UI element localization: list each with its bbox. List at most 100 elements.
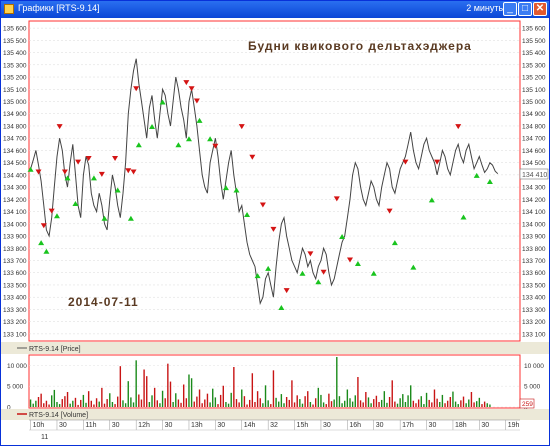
volume-bar xyxy=(394,401,396,407)
volume-bar xyxy=(82,394,85,407)
volume-bar xyxy=(90,400,92,407)
price-tick-left: 135 300 xyxy=(3,62,27,69)
price-legend-bar xyxy=(1,342,549,354)
volume-bar xyxy=(201,403,203,407)
volume-bar xyxy=(259,398,261,407)
volume-bar xyxy=(180,402,182,407)
volume-bar xyxy=(48,404,50,407)
volume-bar xyxy=(45,400,48,407)
time-label: 30 xyxy=(165,422,173,429)
volume-bar xyxy=(175,393,177,407)
volume-bar xyxy=(95,398,98,407)
maximize-button[interactable]: □ xyxy=(518,2,532,16)
volume-bar xyxy=(69,403,71,407)
price-tick-right: 134 800 xyxy=(522,123,546,130)
volume-bar xyxy=(288,399,290,407)
price-tick-left: 135 200 xyxy=(3,75,27,82)
volume-bar xyxy=(473,402,475,407)
time-label: 30 xyxy=(112,422,120,429)
price-tick-left: 133 300 xyxy=(3,307,27,314)
volume-bar xyxy=(444,403,446,407)
volume-bar xyxy=(225,402,227,407)
time-label: 11h xyxy=(85,422,96,429)
window-title: Графики [RTS-9.14] xyxy=(18,3,100,13)
chart-canvas[interactable]: 135 600 135 500 135 400 135 300 135 200 135 1… xyxy=(1,18,549,445)
volume-bar xyxy=(227,403,230,407)
time-label: 15h xyxy=(297,422,309,429)
volume-bar xyxy=(193,401,195,407)
volume-bar xyxy=(135,360,137,407)
volume-tick-left: 5 000 xyxy=(7,384,24,391)
volume-bar xyxy=(267,400,269,407)
chart-window: Графики [RTS-9.14] 2 минуты _ □ ✕ 135 60… xyxy=(0,0,550,446)
price-tick-left: 134 300 xyxy=(3,185,27,192)
price-tick-right: 135 000 xyxy=(522,99,546,106)
volume-bar xyxy=(433,389,436,407)
close-button[interactable]: ✕ xyxy=(533,2,547,16)
volume-bar xyxy=(238,402,240,407)
volume-bar xyxy=(132,402,135,407)
volume-bar xyxy=(156,400,158,407)
volume-bar xyxy=(151,395,153,407)
volume-bar xyxy=(185,398,188,407)
price-tick-left: 134 400 xyxy=(3,172,27,179)
volume-bar xyxy=(64,396,66,407)
volume-bar xyxy=(204,399,206,407)
volume-bar xyxy=(420,396,422,407)
volume-bar xyxy=(114,404,116,407)
price-plot-frame[interactable] xyxy=(28,20,521,342)
volume-bar xyxy=(53,389,56,407)
price-tick-right: 134 500 xyxy=(522,160,546,167)
volume-legend-label: RTS-9.14 [Volume] xyxy=(29,412,88,419)
volume-bar xyxy=(359,400,362,407)
volume-bar xyxy=(169,381,172,407)
volume-bar xyxy=(460,400,462,407)
time-label: 10h xyxy=(33,422,45,429)
volume-tick-right: 10 000 xyxy=(524,363,544,370)
price-tick-right: 135 400 xyxy=(522,50,546,57)
volume-bar xyxy=(153,387,156,407)
volume-bar xyxy=(446,400,449,407)
price-tick-right: 135 300 xyxy=(522,62,546,69)
price-tick-left: 134 100 xyxy=(3,209,27,216)
volume-bar xyxy=(312,404,314,407)
time-label: 30 xyxy=(217,422,225,429)
volume-bar xyxy=(465,403,467,407)
timeframe-label[interactable]: 2 минуты xyxy=(466,3,505,13)
volume-bar xyxy=(344,400,346,407)
price-tick-right: 133 800 xyxy=(522,246,546,253)
volume-bar xyxy=(188,374,190,407)
volume-bar xyxy=(264,385,267,407)
volume-bar xyxy=(98,401,100,407)
volume-bar xyxy=(341,403,343,407)
minimize-button[interactable]: _ xyxy=(503,2,517,16)
volume-bar xyxy=(333,399,335,407)
volume-bar xyxy=(410,385,412,407)
title-bar[interactable]: Графики [RTS-9.14] 2 минуты _ □ ✕ xyxy=(1,1,549,18)
volume-bar xyxy=(164,398,166,407)
price-tick-right: 133 300 xyxy=(522,307,546,314)
price-tick-left: 135 100 xyxy=(3,87,27,94)
price-tick-right: 134 700 xyxy=(522,136,546,143)
price-tick-left: 133 900 xyxy=(3,234,27,241)
price-tick-right: 134 000 xyxy=(522,221,546,228)
price-tick-left: 133 600 xyxy=(3,270,27,277)
price-tick-left: 134 000 xyxy=(3,221,27,228)
volume-bar xyxy=(370,403,372,407)
volume-bar xyxy=(354,395,356,407)
volume-bar xyxy=(293,402,296,407)
volume-bar xyxy=(256,391,259,407)
price-tick-left: 134 200 xyxy=(3,197,27,204)
volume-bar xyxy=(241,389,243,407)
volume-bar xyxy=(248,399,251,407)
volume-plot-frame[interactable] xyxy=(28,354,521,409)
price-tick-left: 133 500 xyxy=(3,282,27,289)
volume-bar xyxy=(486,403,488,407)
price-tick-right: 133 500 xyxy=(522,282,546,289)
volume-bar xyxy=(148,402,151,407)
volume-bar xyxy=(380,399,383,407)
volume-bar xyxy=(116,396,119,407)
volume-bar xyxy=(489,404,491,407)
volume-bar xyxy=(212,388,214,407)
volume-bar xyxy=(167,363,169,407)
